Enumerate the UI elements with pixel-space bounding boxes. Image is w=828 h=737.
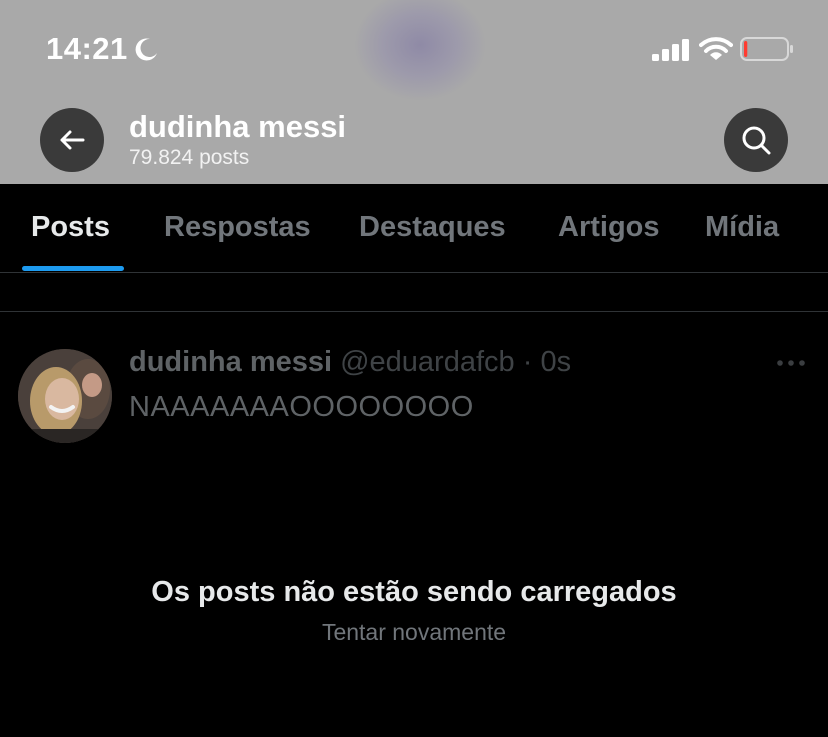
tab-respostas[interactable]: Respostas xyxy=(164,211,311,244)
post-separator: · xyxy=(514,346,541,378)
profile-tabs: Posts Respostas Destaques Artigos Mídia xyxy=(0,184,828,273)
tab-artigos[interactable]: Artigos xyxy=(558,211,660,244)
cellular-signal-icon xyxy=(652,39,689,61)
post-body: dudinha messi @eduardafcb · 0s NAAAAAAAO… xyxy=(129,346,798,424)
tab-midia[interactable]: Mídia xyxy=(705,211,779,244)
back-button[interactable] xyxy=(40,108,104,172)
retry-button[interactable]: Tentar novamente xyxy=(0,619,828,646)
wifi-icon xyxy=(699,37,733,60)
profile-name: dudinha messi xyxy=(129,109,347,144)
post-author[interactable]: dudinha messi xyxy=(129,346,332,378)
post-item[interactable]: dudinha messi @eduardafcb · 0s NAAAAAAAO… xyxy=(0,312,828,462)
post-text: NAAAAAAAOOOOOOOO xyxy=(129,391,474,423)
tab-posts[interactable]: Posts xyxy=(31,211,110,244)
posts-count: 79.824 posts xyxy=(129,146,250,169)
avatar-image xyxy=(18,349,112,443)
more-horizontal-icon[interactable] xyxy=(776,358,806,368)
post-time: 0s xyxy=(540,346,572,378)
arrow-left-icon xyxy=(60,130,85,150)
status-bar: 14:21 xyxy=(0,0,828,100)
battery-low-icon xyxy=(740,37,793,61)
load-error: Os posts não estão sendo carregados Tent… xyxy=(0,576,828,646)
tab-destaques[interactable]: Destaques xyxy=(359,211,506,244)
status-time: 14:21 xyxy=(46,31,128,66)
avatar[interactable] xyxy=(18,349,112,443)
post-meta: dudinha messi @eduardafcb · 0s xyxy=(129,346,798,379)
error-title: Os posts não estão sendo carregados xyxy=(151,576,677,608)
search-button[interactable] xyxy=(724,108,788,172)
profile-header: 14:21 dudinha messi 79.824 posts xyxy=(0,0,828,184)
post-handle[interactable]: @eduardafcb xyxy=(340,346,515,378)
moon-icon xyxy=(135,38,157,61)
active-tab-indicator xyxy=(22,266,124,271)
search-icon xyxy=(742,126,771,155)
